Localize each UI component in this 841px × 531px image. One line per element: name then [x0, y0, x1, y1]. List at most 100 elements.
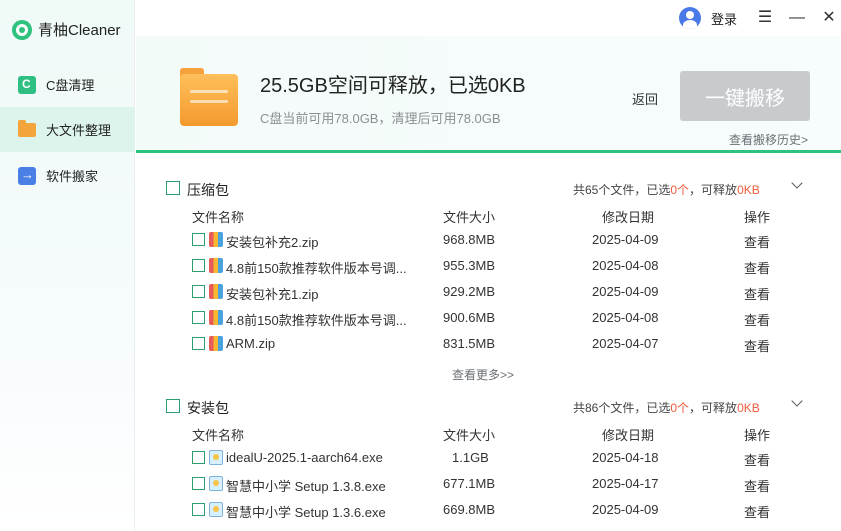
row-checkbox[interactable]: [192, 233, 205, 246]
file-name: ARM.zip: [226, 336, 276, 351]
chevron-down-icon[interactable]: [790, 177, 804, 191]
row-checkbox[interactable]: [192, 311, 205, 324]
view-more-link[interactable]: 查看更多>>: [452, 366, 514, 383]
sidebar-item-large-files[interactable]: 大文件整理: [0, 107, 135, 152]
view-button[interactable]: 查看: [744, 232, 770, 251]
file-size: 669.8MB: [443, 502, 496, 517]
group-header-archives: 压缩包 共65个文件，已选0个，可释放0KB: [136, 171, 841, 205]
zip-file-icon: [209, 258, 223, 273]
login-button[interactable]: 登录: [711, 9, 737, 28]
table-row: 4.8前150款推荐软件版本号调... 955.3MB 2025-04-08 查…: [136, 253, 841, 279]
sidebar-item-c-drive-clean[interactable]: C盘清理: [0, 62, 135, 107]
view-button[interactable]: 查看: [744, 476, 770, 495]
app-logo: 青柚Cleaner: [12, 19, 121, 40]
row-checkbox[interactable]: [192, 477, 205, 490]
table-row: 智慧中小学 Setup 1.3.6.exe 669.8MB 2025-04-09…: [136, 497, 841, 523]
file-name: 4.8前150款推荐软件版本号调...: [226, 261, 407, 276]
sidebar-item-label: 大文件整理: [46, 123, 112, 138]
chevron-down-icon[interactable]: [790, 395, 804, 409]
column-op: 操作: [744, 210, 771, 225]
column-name: 文件名称: [192, 210, 245, 225]
sidebar-item-label: 软件搬家: [46, 169, 99, 184]
file-date: 2025-04-08: [592, 310, 659, 325]
group-checkbox[interactable]: [166, 181, 180, 195]
file-date: 2025-04-17: [592, 476, 659, 491]
table-row: idealU-2025.1-aarch64.exe 1.1GB 2025-04-…: [136, 445, 841, 471]
table-header: 文件名称 文件大小 修改日期 操作: [136, 419, 841, 445]
file-date: 2025-04-18: [592, 450, 659, 465]
group-summary: 共86个文件，已选0个，可释放0KB: [573, 401, 760, 415]
column-size: 文件大小: [443, 428, 496, 443]
column-op: 操作: [744, 428, 771, 443]
summary-subtitle: C盘当前可用78.0GB，清理后可用78.0GB: [260, 111, 501, 126]
summary-panel: 25.5GB空间可释放，已选0KB C盘当前可用78.0GB，清理后可用78.0…: [136, 36, 841, 150]
back-button[interactable]: 返回: [632, 89, 658, 108]
divider: [136, 150, 841, 153]
row-checkbox[interactable]: [192, 451, 205, 464]
table-row: 智慧中小学 Setup 1.3.8.exe 677.1MB 2025-04-17…: [136, 471, 841, 497]
column-date: 修改日期: [602, 210, 655, 225]
close-icon[interactable]: ✕: [819, 8, 839, 28]
group-name: 压缩包: [187, 182, 229, 198]
user-avatar-icon[interactable]: [679, 7, 701, 29]
group-summary: 共65个文件，已选0个，可释放0KB: [573, 183, 760, 197]
table-row: ARM.zip 831.5MB 2025-04-07 查看: [136, 331, 841, 357]
file-name: 安装包补充2.zip: [226, 235, 319, 250]
file-name: 4.8前150款推荐软件版本号调...: [226, 313, 407, 328]
view-button[interactable]: 查看: [744, 336, 770, 355]
file-date: 2025-04-09: [592, 284, 659, 299]
table-row: 安装包补充1.zip 929.2MB 2025-04-09 查看: [136, 279, 841, 305]
move-icon: [18, 166, 36, 185]
one-click-move-button[interactable]: 一键搬移: [680, 71, 810, 121]
zip-file-icon: [209, 336, 223, 351]
large-folder-icon: [180, 68, 238, 126]
file-date: 2025-04-09: [592, 502, 659, 517]
file-size: 677.1MB: [443, 476, 496, 491]
view-button[interactable]: 查看: [744, 310, 770, 329]
file-size: 900.6MB: [443, 310, 496, 325]
row-checkbox[interactable]: [192, 259, 205, 272]
row-checkbox[interactable]: [192, 503, 205, 516]
row-checkbox[interactable]: [192, 285, 205, 298]
column-date: 修改日期: [602, 428, 655, 443]
column-name: 文件名称: [192, 428, 245, 443]
view-button[interactable]: 查看: [744, 502, 770, 521]
move-history-link[interactable]: 查看搬移历史>: [729, 131, 808, 148]
file-date: 2025-04-07: [592, 336, 659, 351]
zip-file-icon: [209, 232, 223, 247]
c-drive-icon: [18, 75, 36, 94]
menu-icon[interactable]: ☰: [755, 8, 775, 28]
exe-file-icon: [209, 476, 223, 491]
folder-icon: [18, 119, 36, 137]
table-header: 文件名称 文件大小 修改日期 操作: [136, 201, 841, 227]
group-name: 安装包: [187, 400, 229, 416]
file-name: 智慧中小学 Setup 1.3.6.exe: [226, 505, 386, 520]
logo-icon: [12, 19, 32, 40]
group-header-installers: 安装包 共86个文件，已选0个，可释放0KB: [136, 389, 841, 423]
view-button[interactable]: 查看: [744, 450, 770, 469]
group-checkbox[interactable]: [166, 399, 180, 413]
sidebar: 青柚Cleaner C盘清理 大文件整理 软件搬家: [0, 0, 135, 531]
file-size: 968.8MB: [443, 232, 496, 247]
file-size: 929.2MB: [443, 284, 496, 299]
column-size: 文件大小: [443, 210, 496, 225]
file-name: 智慧中小学 Setup 1.3.8.exe: [226, 479, 386, 494]
table-row: 4.8前150款推荐软件版本号调... 900.6MB 2025-04-08 查…: [136, 305, 841, 331]
sidebar-item-software-move[interactable]: 软件搬家: [0, 153, 135, 198]
table-row: 安装包补充2.zip 968.8MB 2025-04-09 查看: [136, 227, 841, 253]
file-date: 2025-04-08: [592, 258, 659, 273]
row-checkbox[interactable]: [192, 337, 205, 350]
login-area[interactable]: 登录: [679, 7, 737, 29]
zip-file-icon: [209, 284, 223, 299]
file-size: 1.1GB: [452, 450, 489, 465]
sidebar-item-label: C盘清理: [46, 78, 95, 93]
minimize-icon[interactable]: —: [787, 8, 807, 28]
file-size: 831.5MB: [443, 336, 496, 351]
view-button[interactable]: 查看: [744, 258, 770, 277]
exe-file-icon: [209, 502, 223, 517]
zip-file-icon: [209, 310, 223, 325]
view-button[interactable]: 查看: [744, 284, 770, 303]
summary-title: 25.5GB空间可释放，已选0KB: [260, 75, 526, 97]
app-title: 青柚Cleaner: [38, 22, 121, 39]
file-name: idealU-2025.1-aarch64.exe: [226, 450, 383, 465]
